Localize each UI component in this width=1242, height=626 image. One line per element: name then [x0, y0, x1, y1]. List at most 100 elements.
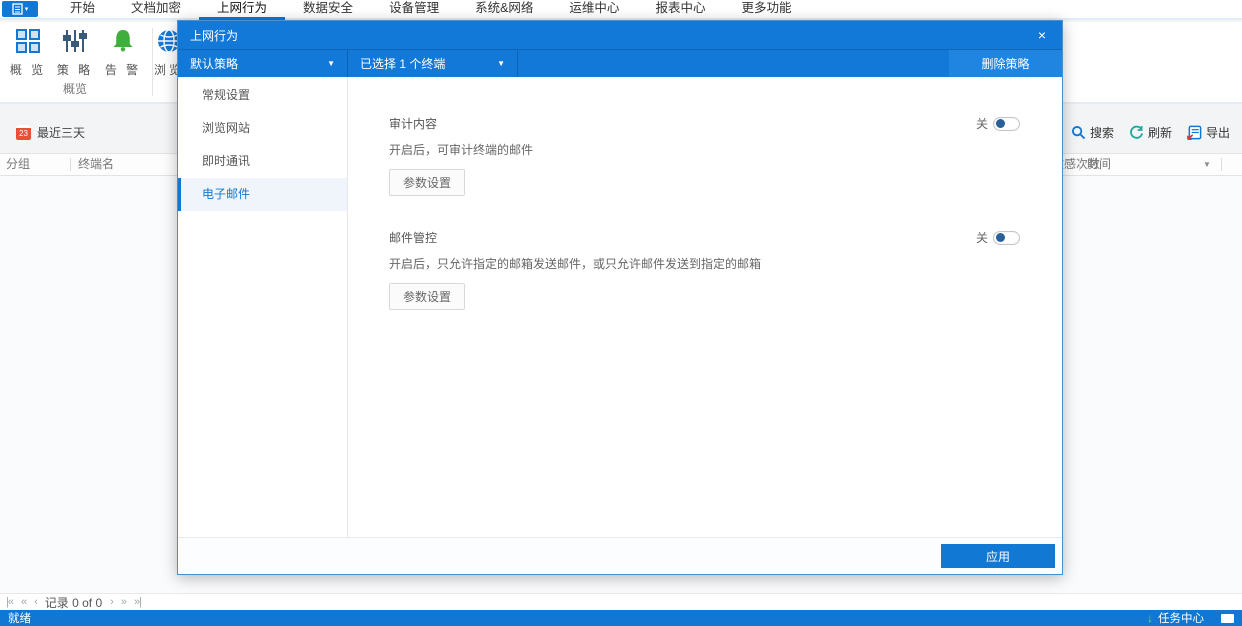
- toggle-knob: [996, 119, 1005, 128]
- email-settings-panel: 审计内容 关 开启后，可审计终端的邮件 参数设置 邮件管控 关 开启后，只允许指…: [348, 77, 1062, 537]
- terminal-selection-dropdown[interactable]: 已选择 1 个终端 ▼: [348, 50, 518, 77]
- dialog-titlebar: 上网行为 ×: [178, 21, 1062, 49]
- action-label: 导出: [1205, 126, 1230, 140]
- dialog-title: 上网行为: [190, 28, 239, 43]
- calendar-day-number: 23: [19, 129, 28, 138]
- menu-item-home[interactable]: 开始: [52, 0, 113, 20]
- menu-item-system-network[interactable]: 系统&网络: [457, 0, 551, 20]
- sidebar-item-general-settings[interactable]: 常规设置: [178, 79, 347, 112]
- record-count-text: 记录 0 of 0: [44, 595, 103, 610]
- ribbon-button-alert[interactable]: 告 警: [100, 24, 146, 82]
- section-description: 开启后，可审计终端的邮件: [389, 143, 534, 157]
- menu-item-device-management[interactable]: 设备管理: [371, 0, 457, 20]
- section-header: 审计内容 关: [389, 115, 1020, 132]
- sidebar-item-email[interactable]: 电子邮件: [178, 178, 347, 211]
- section-description: 开启后，只允许指定的邮箱发送邮件，或只允许邮件发送到指定的邮箱: [389, 257, 762, 271]
- bell-icon: [110, 24, 136, 54]
- chevron-down-icon: ▼: [327, 59, 335, 68]
- apply-button[interactable]: 应用: [941, 544, 1055, 568]
- date-filter-label: 最近三天: [37, 126, 86, 140]
- dialog-body: 常规设置 浏览网站 即时通讯 电子邮件 审计内容 关 开启后，可审计终端的邮件 …: [178, 77, 1062, 537]
- menu-item-internet-behavior[interactable]: 上网行为: [199, 0, 286, 20]
- ribbon-button-label: 策 略: [56, 63, 94, 77]
- ribbon-button-overview[interactable]: 概 览: [5, 24, 51, 82]
- refresh-icon: [1129, 125, 1144, 140]
- ribbon-button-label: 告 警: [104, 63, 142, 77]
- fast-prev-page-button[interactable]: «: [21, 596, 27, 608]
- search-icon: [1071, 125, 1086, 140]
- column-header-terminal-name[interactable]: 终端名: [78, 154, 114, 175]
- toggle-state-label: 关: [975, 117, 988, 131]
- chevron-down-icon: ▼: [497, 59, 505, 68]
- menu-item-more-features[interactable]: 更多功能: [723, 0, 809, 20]
- ribbon-group-label: 概览: [62, 82, 87, 96]
- app-window: ▾ 开始 文档加密 上网行为 数据安全 设备管理 系统&网络 运维中心 报表中心…: [0, 0, 1242, 626]
- export-action-button[interactable]: 导出: [1187, 124, 1230, 141]
- audit-param-settings-button[interactable]: 参数设置: [389, 169, 466, 196]
- sidebar-item-instant-messaging[interactable]: 即时通讯: [178, 145, 347, 178]
- menu-item-report-center[interactable]: 报表中心: [637, 0, 723, 20]
- first-page-button[interactable]: |«: [6, 596, 14, 608]
- menu-item-data-security[interactable]: 数据安全: [285, 0, 371, 20]
- action-label: 刷新: [1147, 126, 1172, 140]
- refresh-action-button[interactable]: 刷新: [1129, 124, 1172, 141]
- dialog-toolbar: 默认策略 ▼ 已选择 1 个终端 ▼ 删除策略: [178, 49, 1062, 77]
- ribbon-button-policy[interactable]: 策 略: [52, 24, 98, 82]
- terminal-dropdown-value: 已选择 1 个终端: [360, 57, 446, 71]
- fast-next-page-button[interactable]: »: [121, 596, 127, 608]
- audit-content-section: 审计内容 关 开启后，可审计终端的邮件 参数设置: [389, 115, 1020, 196]
- menu-item-doc-encryption[interactable]: 文档加密: [113, 0, 199, 20]
- date-range-filter[interactable]: 23 最近三天: [16, 124, 85, 141]
- email-control-toggle-group: 关: [976, 229, 1020, 246]
- section-header: 邮件管控 关: [389, 229, 1020, 246]
- status-text: 就绪: [8, 613, 31, 625]
- time-filter-caret-icon[interactable]: ▼: [1203, 154, 1211, 175]
- toggle-state-label: 关: [975, 231, 988, 245]
- ribbon-separator: [152, 28, 153, 96]
- policy-dropdown[interactable]: 默认策略 ▼: [178, 50, 348, 77]
- column-header-time[interactable]: 时间: [1087, 154, 1111, 175]
- column-divider: [1079, 158, 1080, 171]
- close-icon[interactable]: ×: [1038, 28, 1046, 42]
- app-menu-button[interactable]: ▾: [2, 1, 38, 17]
- toggle-knob: [996, 233, 1005, 242]
- status-bar-right: ↓ 任务中心: [1147, 610, 1234, 626]
- menubar: ▾ 开始 文档加密 上网行为 数据安全 设备管理 系统&网络 运维中心 报表中心…: [0, 0, 1242, 20]
- last-page-button[interactable]: »|: [134, 596, 142, 608]
- download-arrow-icon: ↓: [1147, 611, 1153, 625]
- menu-items: 开始 文档加密 上网行为 数据安全 设备管理 系统&网络 运维中心 报表中心 更…: [52, 0, 809, 20]
- policy-dropdown-value: 默认策略: [190, 57, 239, 71]
- export-icon: [1187, 125, 1202, 140]
- ribbon-button-label: 概 览: [9, 63, 47, 77]
- section-title: 审计内容: [389, 117, 438, 131]
- sliders-icon: [62, 24, 88, 54]
- audit-toggle-group: 关: [976, 115, 1020, 132]
- task-center-button[interactable]: 任务中心: [1158, 610, 1204, 626]
- grid-icon: [15, 24, 41, 54]
- next-page-button[interactable]: ›: [110, 596, 114, 608]
- search-action-button[interactable]: 搜索: [1071, 124, 1114, 141]
- internet-behavior-dialog: 上网行为 × 默认策略 ▼ 已选择 1 个终端 ▼ 删除策略 常规设置 浏览网站…: [177, 20, 1063, 575]
- dialog-footer: 应用: [178, 537, 1062, 574]
- status-bar: 就绪 ↓ 任务中心: [0, 610, 1242, 626]
- email-control-toggle[interactable]: [993, 230, 1020, 245]
- menu-item-ops-center[interactable]: 运维中心: [551, 0, 637, 20]
- pagination-bar: |« « ‹ 记录 0 of 0 › » »|: [0, 593, 1242, 610]
- calendar-icon: 23: [16, 125, 31, 140]
- audit-content-toggle[interactable]: [993, 116, 1020, 131]
- email-control-param-settings-button[interactable]: 参数设置: [389, 283, 466, 310]
- email-control-section: 邮件管控 关 开启后，只允许指定的邮箱发送邮件，或只允许邮件发送到指定的邮箱 参…: [389, 229, 1020, 310]
- action-label: 搜索: [1089, 126, 1114, 140]
- column-divider: [1221, 158, 1222, 171]
- document-menu-icon: [12, 3, 23, 15]
- prev-page-button[interactable]: ‹: [34, 596, 38, 608]
- section-title: 邮件管控: [389, 231, 438, 245]
- column-divider: [70, 158, 71, 171]
- sidebar-item-browse-websites[interactable]: 浏览网站: [178, 112, 347, 145]
- chevron-down-icon: ▾: [24, 5, 29, 13]
- monitor-icon[interactable]: [1221, 611, 1234, 623]
- dialog-sidebar: 常规设置 浏览网站 即时通讯 电子邮件: [178, 77, 348, 537]
- delete-policy-button[interactable]: 删除策略: [949, 50, 1062, 77]
- column-header-group[interactable]: 分组: [6, 154, 30, 175]
